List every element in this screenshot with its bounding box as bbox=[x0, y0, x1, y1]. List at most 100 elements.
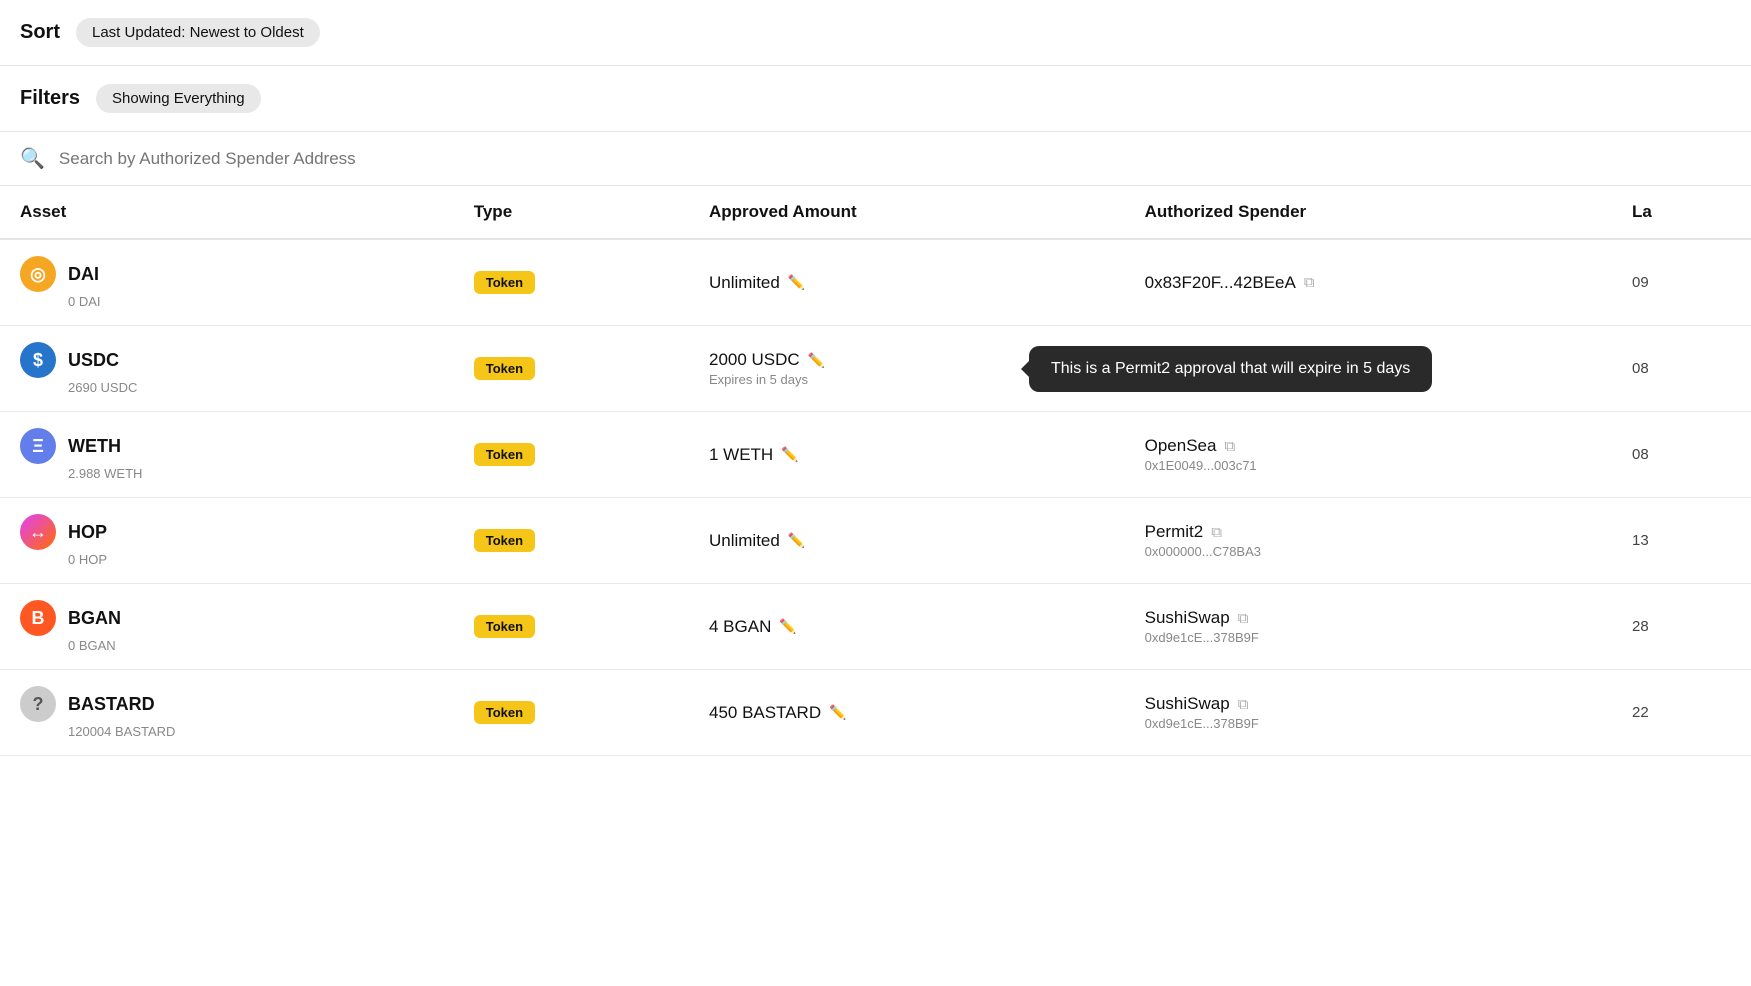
approved-amount: Unlimited bbox=[709, 531, 780, 551]
spender-cell: Uniswap ⧉ 0xEf1c6E...54BF6B bbox=[1125, 326, 1612, 412]
type-cell: Token bbox=[454, 239, 689, 326]
date-cell: 09 bbox=[1612, 239, 1751, 326]
asset-icon-bgan: B bbox=[20, 600, 56, 636]
asset-icon-hop: ↔ bbox=[20, 514, 56, 550]
edit-icon[interactable]: ✏️ bbox=[808, 352, 825, 369]
token-badge: Token bbox=[474, 443, 535, 466]
date-cell: 08 bbox=[1612, 412, 1751, 498]
approved-amount: Unlimited bbox=[709, 273, 780, 293]
spender-address: 0x000000...C78BA3 bbox=[1145, 544, 1592, 559]
col-approved-amount: Approved Amount bbox=[689, 186, 1125, 239]
edit-icon[interactable]: ✏️ bbox=[829, 704, 846, 721]
spender-address: 0xd9e1cE...378B9F bbox=[1145, 630, 1592, 645]
type-cell: Token bbox=[454, 584, 689, 670]
date-cell: 08 bbox=[1612, 326, 1751, 412]
sort-label: Sort bbox=[20, 21, 60, 44]
approved-amount: 2000 USDC bbox=[709, 350, 800, 370]
date-cell: 13 bbox=[1612, 498, 1751, 584]
spender-name: Permit2 bbox=[1145, 522, 1204, 542]
table-row: ? BASTARD 120004 BASTARD Token 450 BASTA… bbox=[0, 670, 1751, 756]
asset-name: WETH bbox=[68, 436, 121, 457]
filters-bar: Filters Showing Everything bbox=[0, 66, 1751, 132]
spender-cell: OpenSea ⧉ 0x1E0049...003c71 bbox=[1125, 412, 1612, 498]
asset-name: HOP bbox=[68, 522, 107, 543]
col-type: Type bbox=[454, 186, 689, 239]
type-cell: Token bbox=[454, 498, 689, 584]
approved-amount: 4 BGAN bbox=[709, 617, 771, 637]
asset-name: USDC bbox=[68, 350, 119, 371]
spender-name: SushiSwap bbox=[1145, 694, 1230, 714]
asset-cell: B BGAN 0 BGAN bbox=[0, 584, 454, 670]
search-input[interactable] bbox=[59, 149, 1731, 169]
asset-icon-dai: ◎ bbox=[20, 256, 56, 292]
asset-balance: 2.988 WETH bbox=[68, 466, 434, 481]
col-last: La bbox=[1612, 186, 1751, 239]
token-badge: Token bbox=[474, 529, 535, 552]
asset-balance: 120004 BASTARD bbox=[68, 724, 434, 739]
edit-icon[interactable]: ✏️ bbox=[788, 274, 805, 291]
filters-badge[interactable]: Showing Everything bbox=[96, 84, 261, 113]
amount-cell: 1 WETH ✏️ bbox=[689, 412, 1125, 498]
copy-icon[interactable]: ⧉ bbox=[1238, 610, 1249, 627]
approvals-table: Asset Type Approved Amount Authorized Sp… bbox=[0, 186, 1751, 756]
spender-name: Uniswap bbox=[1145, 350, 1210, 370]
sort-badge[interactable]: Last Updated: Newest to Oldest bbox=[76, 18, 320, 47]
asset-cell: Ξ WETH 2.988 WETH bbox=[0, 412, 454, 498]
asset-cell: $ USDC 2690 USDC bbox=[0, 326, 454, 412]
asset-balance: 2690 USDC bbox=[68, 380, 434, 395]
spender-cell: SushiSwap ⧉ 0xd9e1cE...378B9F bbox=[1125, 584, 1612, 670]
token-badge: Token bbox=[474, 615, 535, 638]
asset-icon-usdc: $ bbox=[20, 342, 56, 378]
spender-cell: Permit2 ⧉ 0x000000...C78BA3 bbox=[1125, 498, 1612, 584]
asset-name: BGAN bbox=[68, 608, 121, 629]
asset-icon-bastard: ? bbox=[20, 686, 56, 722]
approved-amount: 1 WETH bbox=[709, 445, 773, 465]
copy-icon[interactable]: ⧉ bbox=[1218, 352, 1229, 369]
table-row: ◎ DAI 0 DAI Token Unlimited ✏️ 0x83F20F.… bbox=[0, 239, 1751, 326]
asset-cell: ? BASTARD 120004 BASTARD bbox=[0, 670, 454, 756]
spender-name: SushiSwap bbox=[1145, 608, 1230, 628]
edit-icon[interactable]: ✏️ bbox=[779, 618, 796, 635]
sort-bar: Sort Last Updated: Newest to Oldest bbox=[0, 0, 1751, 66]
amount-cell: 450 BASTARD ✏️ bbox=[689, 670, 1125, 756]
asset-balance: 0 DAI bbox=[68, 294, 434, 309]
date-cell: 28 bbox=[1612, 584, 1751, 670]
copy-icon[interactable]: ⧉ bbox=[1238, 696, 1249, 713]
table-row: ↔ HOP 0 HOP Token Unlimited ✏️ Permit2 ⧉… bbox=[0, 498, 1751, 584]
table-row: Ξ WETH 2.988 WETH Token 1 WETH ✏️ OpenSe… bbox=[0, 412, 1751, 498]
expiry-text: Expires in 5 days bbox=[709, 372, 1105, 387]
amount-cell: 2000 USDC ✏️ Expires in 5 daysThis is a … bbox=[689, 326, 1125, 412]
search-icon: 🔍 bbox=[20, 146, 45, 171]
type-cell: Token bbox=[454, 412, 689, 498]
edit-icon[interactable]: ✏️ bbox=[781, 446, 798, 463]
spender-name: OpenSea bbox=[1145, 436, 1217, 456]
spender-address: 0x1E0049...003c71 bbox=[1145, 458, 1592, 473]
spender-cell: 0x83F20F...42BEeA ⧉ bbox=[1125, 239, 1612, 326]
copy-icon[interactable]: ⧉ bbox=[1304, 274, 1315, 291]
token-badge: Token bbox=[474, 701, 535, 724]
asset-balance: 0 BGAN bbox=[68, 638, 434, 653]
copy-icon[interactable]: ⧉ bbox=[1224, 438, 1235, 455]
asset-balance: 0 HOP bbox=[68, 552, 434, 567]
copy-icon[interactable]: ⧉ bbox=[1211, 524, 1222, 541]
edit-icon[interactable]: ✏️ bbox=[788, 532, 805, 549]
spender-address: 0xEf1c6E...54BF6B bbox=[1145, 372, 1592, 387]
token-badge: Token bbox=[474, 357, 535, 380]
table-header-row: Asset Type Approved Amount Authorized Sp… bbox=[0, 186, 1751, 239]
asset-name: BASTARD bbox=[68, 694, 155, 715]
table-row: B BGAN 0 BGAN Token 4 BGAN ✏️ SushiSwap … bbox=[0, 584, 1751, 670]
amount-cell: 4 BGAN ✏️ bbox=[689, 584, 1125, 670]
date-cell: 22 bbox=[1612, 670, 1751, 756]
token-badge: Token bbox=[474, 271, 535, 294]
spender-address: 0xd9e1cE...378B9F bbox=[1145, 716, 1592, 731]
type-cell: Token bbox=[454, 670, 689, 756]
spender-cell: SushiSwap ⧉ 0xd9e1cE...378B9F bbox=[1125, 670, 1612, 756]
col-asset: Asset bbox=[0, 186, 454, 239]
approved-amount: 450 BASTARD bbox=[709, 703, 821, 723]
col-authorized-spender: Authorized Spender bbox=[1125, 186, 1612, 239]
approvals-table-container: Asset Type Approved Amount Authorized Sp… bbox=[0, 186, 1751, 756]
asset-cell: ◎ DAI 0 DAI bbox=[0, 239, 454, 326]
filters-label: Filters bbox=[20, 87, 80, 110]
type-cell: Token bbox=[454, 326, 689, 412]
asset-icon-weth: Ξ bbox=[20, 428, 56, 464]
